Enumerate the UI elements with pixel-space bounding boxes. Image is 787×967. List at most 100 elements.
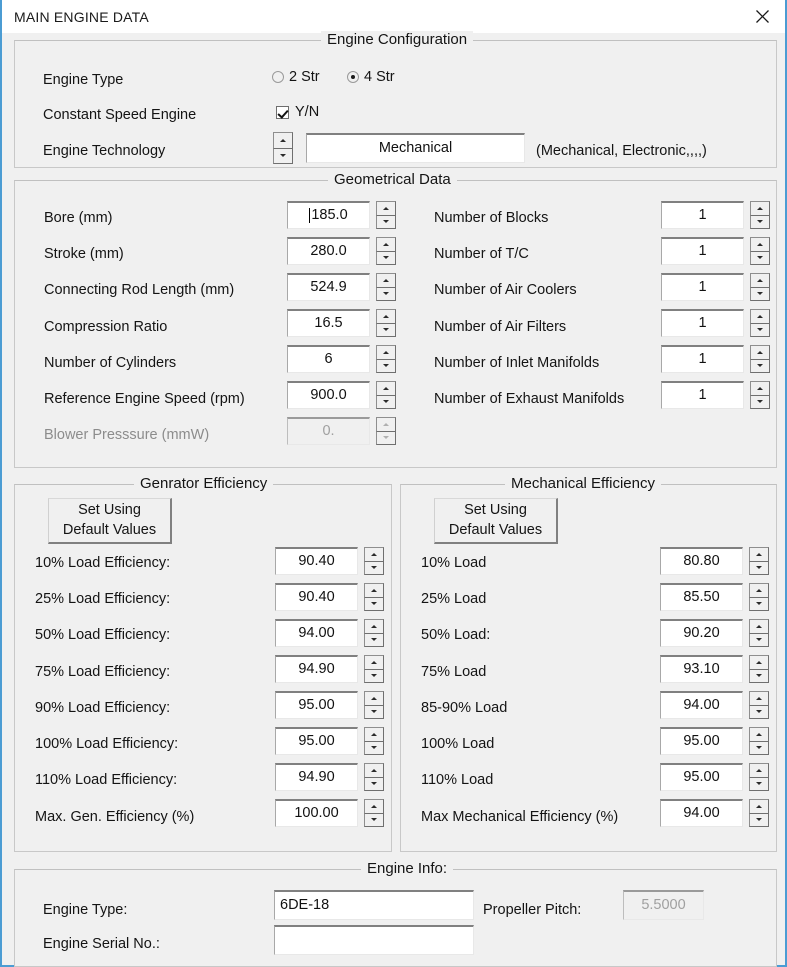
radio-2-str[interactable]: 2 Str xyxy=(272,70,320,85)
mech-10-load-spinner-down[interactable] xyxy=(749,561,769,575)
engine-technology-spinner[interactable] xyxy=(273,132,293,164)
gen-90-load-spinner-up[interactable] xyxy=(364,691,384,706)
mech-max-efficiency-spinner-up[interactable] xyxy=(749,799,769,814)
gen-10-load-spinner-up[interactable] xyxy=(364,547,384,562)
bore-field[interactable]: 185.0 xyxy=(287,201,370,229)
mech-75-load-spinner-up[interactable] xyxy=(749,655,769,670)
number-of-air-filters-spinner[interactable] xyxy=(750,309,770,337)
gen-25-load-spinner[interactable] xyxy=(364,583,384,611)
mech-50-load-spinner-up[interactable] xyxy=(749,619,769,634)
gen-max-efficiency-spinner-down[interactable] xyxy=(364,813,384,827)
mech-100-load-spinner-down[interactable] xyxy=(749,741,769,755)
mech-75-load-spinner-down[interactable] xyxy=(749,669,769,683)
mech-max-efficiency-spinner[interactable] xyxy=(749,799,769,827)
radio-4-str[interactable]: 4 Str xyxy=(347,70,395,85)
constant-speed-checkbox[interactable]: Y/N xyxy=(276,105,319,120)
reference-engine-speed-spinner-down[interactable] xyxy=(376,395,396,409)
number-of-cylinders-spinner-up[interactable] xyxy=(376,345,396,360)
mech-110-load-spinner[interactable] xyxy=(749,763,769,791)
number-of-air-filters-spinner-up[interactable] xyxy=(750,309,770,324)
close-icon[interactable] xyxy=(739,0,785,32)
mech-25-load-spinner[interactable] xyxy=(749,583,769,611)
bore-spinner-up[interactable] xyxy=(376,201,396,216)
number-of-cylinders-spinner[interactable] xyxy=(376,345,396,373)
number-of-air-coolers-field[interactable]: 1 xyxy=(661,273,744,301)
number-of-cylinders-field[interactable]: 6 xyxy=(287,345,370,373)
mech-10-load-field[interactable]: 80.80 xyxy=(660,547,743,575)
connecting-rod-length-spinner[interactable] xyxy=(376,273,396,301)
gen-25-load-spinner-down[interactable] xyxy=(364,597,384,611)
stroke-spinner[interactable] xyxy=(376,237,396,265)
mech-110-load-spinner-down[interactable] xyxy=(749,777,769,791)
number-of-tc-field[interactable]: 1 xyxy=(661,237,744,265)
gen-75-load-spinner[interactable] xyxy=(364,655,384,683)
gen-max-efficiency-field[interactable]: 100.00 xyxy=(275,799,358,827)
stroke-spinner-up[interactable] xyxy=(376,237,396,252)
mech-25-load-field[interactable]: 85.50 xyxy=(660,583,743,611)
number-of-inlet-manifolds-spinner-down[interactable] xyxy=(750,359,770,373)
stroke-spinner-down[interactable] xyxy=(376,251,396,265)
mech-10-load-spinner[interactable] xyxy=(749,547,769,575)
mechanical-set-default-values-button[interactable]: Set Using Default Values xyxy=(434,498,558,544)
gen-10-load-spinner-down[interactable] xyxy=(364,561,384,575)
number-of-air-filters-spinner-down[interactable] xyxy=(750,323,770,337)
reference-engine-speed-spinner-up[interactable] xyxy=(376,381,396,396)
generator-set-default-values-button[interactable]: Set Using Default Values xyxy=(48,498,172,544)
mech-100-load-spinner-up[interactable] xyxy=(749,727,769,742)
stroke-field[interactable]: 280.0 xyxy=(287,237,370,265)
mech-85-90-load-spinner[interactable] xyxy=(749,691,769,719)
gen-90-load-field[interactable]: 95.00 xyxy=(275,691,358,719)
number-of-tc-spinner[interactable] xyxy=(750,237,770,265)
number-of-exhaust-manifolds-field[interactable]: 1 xyxy=(661,381,744,409)
gen-75-load-spinner-up[interactable] xyxy=(364,655,384,670)
number-of-air-coolers-spinner-up[interactable] xyxy=(750,273,770,288)
gen-75-load-spinner-down[interactable] xyxy=(364,669,384,683)
number-of-blocks-spinner-up[interactable] xyxy=(750,201,770,216)
mech-100-load-spinner[interactable] xyxy=(749,727,769,755)
connecting-rod-length-spinner-up[interactable] xyxy=(376,273,396,288)
mech-85-90-load-spinner-up[interactable] xyxy=(749,691,769,706)
engine-info-engine-type-field[interactable]: 6DE-18 xyxy=(274,890,474,920)
reference-engine-speed-field[interactable]: 900.0 xyxy=(287,381,370,409)
gen-100-load-spinner[interactable] xyxy=(364,727,384,755)
mech-max-efficiency-field[interactable]: 94.00 xyxy=(660,799,743,827)
number-of-tc-spinner-up[interactable] xyxy=(750,237,770,252)
mech-50-load-spinner-down[interactable] xyxy=(749,633,769,647)
gen-75-load-field[interactable]: 94.90 xyxy=(275,655,358,683)
number-of-exhaust-manifolds-spinner[interactable] xyxy=(750,381,770,409)
engine-technology-field[interactable]: Mechanical xyxy=(306,133,525,163)
number-of-inlet-manifolds-spinner[interactable] xyxy=(750,345,770,373)
compression-ratio-spinner-up[interactable] xyxy=(376,309,396,324)
number-of-exhaust-manifolds-spinner-down[interactable] xyxy=(750,395,770,409)
gen-25-load-spinner-up[interactable] xyxy=(364,583,384,598)
mech-85-90-load-field[interactable]: 94.00 xyxy=(660,691,743,719)
reference-engine-speed-spinner[interactable] xyxy=(376,381,396,409)
mech-50-load-spinner[interactable] xyxy=(749,619,769,647)
gen-110-load-spinner-up[interactable] xyxy=(364,763,384,778)
mech-110-load-spinner-up[interactable] xyxy=(749,763,769,778)
gen-25-load-field[interactable]: 90.40 xyxy=(275,583,358,611)
gen-10-load-field[interactable]: 90.40 xyxy=(275,547,358,575)
engine-technology-spinner-down[interactable] xyxy=(273,148,293,164)
number-of-blocks-spinner-down[interactable] xyxy=(750,215,770,229)
mech-max-efficiency-spinner-down[interactable] xyxy=(749,813,769,827)
compression-ratio-spinner-down[interactable] xyxy=(376,323,396,337)
gen-max-efficiency-spinner-up[interactable] xyxy=(364,799,384,814)
compression-ratio-field[interactable]: 16.5 xyxy=(287,309,370,337)
number-of-air-filters-field[interactable]: 1 xyxy=(661,309,744,337)
mech-75-load-spinner[interactable] xyxy=(749,655,769,683)
mech-85-90-load-spinner-down[interactable] xyxy=(749,705,769,719)
gen-50-load-spinner[interactable] xyxy=(364,619,384,647)
gen-100-load-spinner-up[interactable] xyxy=(364,727,384,742)
mech-10-load-spinner-up[interactable] xyxy=(749,547,769,562)
compression-ratio-spinner[interactable] xyxy=(376,309,396,337)
number-of-blocks-spinner[interactable] xyxy=(750,201,770,229)
number-of-cylinders-spinner-down[interactable] xyxy=(376,359,396,373)
connecting-rod-length-field[interactable]: 524.9 xyxy=(287,273,370,301)
number-of-inlet-manifolds-spinner-up[interactable] xyxy=(750,345,770,360)
gen-max-efficiency-spinner[interactable] xyxy=(364,799,384,827)
number-of-air-coolers-spinner-down[interactable] xyxy=(750,287,770,301)
gen-50-load-field[interactable]: 94.00 xyxy=(275,619,358,647)
gen-110-load-spinner[interactable] xyxy=(364,763,384,791)
engine-technology-spinner-up[interactable] xyxy=(273,132,293,149)
